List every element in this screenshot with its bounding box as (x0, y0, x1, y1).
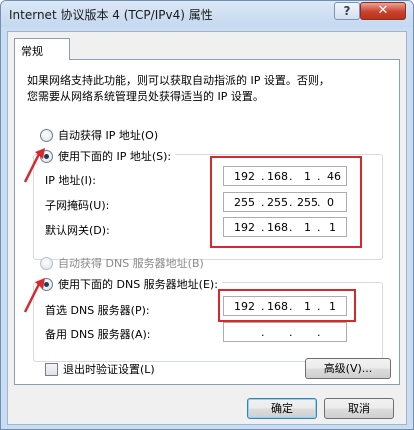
dialog-client: 常规 如果网络支持此功能，则可以获取自动指派的 IP 设置。否则， 您需要从网络… (7, 31, 407, 425)
radio-auto-ip[interactable]: 自动获得 IP 地址(O) (40, 127, 158, 143)
ip-address-label: IP 地址(I): (45, 174, 96, 187)
arrow-ip-annotation (23, 148, 45, 183)
subnet-mask-label: 子网掩码(U): (45, 199, 110, 212)
description-text: 如果网络支持此功能，则可以获取自动指派的 IP 设置。否则， 您需要从网络系统管… (27, 73, 330, 105)
tab-general[interactable]: 常规 (14, 38, 70, 60)
cancel-button[interactable]: 取消 (324, 398, 394, 419)
preferred-dns-label: 首选 DNS 服务器(P): (45, 304, 150, 317)
radio-auto-ip-indicator[interactable] (40, 128, 53, 142)
radio-manual-dns[interactable]: 使用下面的 DNS 服务器地址(E): (40, 276, 222, 292)
description-line-1: 如果网络支持此功能，则可以获取自动指派的 IP 设置。否则， (27, 74, 330, 87)
validate-checkbox-box[interactable] (45, 362, 58, 376)
window-title: Internet 协议版本 4 (TCP/IPv4) 属性 (9, 8, 213, 22)
alternate-dns-label: 备用 DNS 服务器(A): (45, 328, 151, 341)
default-gateway-label: 默认网关(D): (45, 224, 110, 237)
radio-auto-dns-indicator[interactable] (40, 256, 53, 270)
description-line-2: 您需要从网络系统管理员处获得适当的 IP 设置。 (27, 90, 264, 103)
radio-manual-dns-label: 使用下面的 DNS 服务器地址(E): (58, 278, 218, 291)
radio-manual-ip-label: 使用下面的 IP 地址(S): (58, 150, 172, 163)
close-button[interactable]: ✕ (360, 2, 406, 20)
validate-checkbox-label: 退出时验证设置(L) (63, 363, 155, 376)
alternate-dns-input[interactable]: . . . (223, 322, 347, 342)
dialog-window: Internet 协议版本 4 (TCP/IPv4) 属性 ? ✕ 常规 如果网… (0, 0, 414, 430)
preferred-dns-highlight (218, 289, 356, 322)
title-bar[interactable]: Internet 协议版本 4 (TCP/IPv4) 属性 ? ✕ (1, 1, 413, 27)
help-button[interactable]: ? (334, 2, 360, 20)
arrow-dns-annotation (23, 278, 45, 313)
ok-button[interactable]: 确定 (247, 398, 317, 419)
ip-fields-highlight (210, 156, 362, 248)
radio-auto-dns-label: 自动获得 DNS 服务器地址(B) (58, 257, 204, 270)
tab-panel: 如果网络支持此功能，则可以获取自动指派的 IP 设置。否则， 您需要从网络系统管… (14, 59, 400, 385)
radio-auto-ip-label: 自动获得 IP 地址(O) (58, 129, 159, 142)
advanced-button[interactable]: 高级(V)... (305, 358, 391, 379)
validate-checkbox[interactable]: 退出时验证设置(L) (45, 361, 155, 377)
radio-manual-ip[interactable]: 使用下面的 IP 地址(S): (40, 148, 176, 164)
radio-auto-dns[interactable]: 自动获得 DNS 服务器地址(B) (40, 255, 204, 271)
